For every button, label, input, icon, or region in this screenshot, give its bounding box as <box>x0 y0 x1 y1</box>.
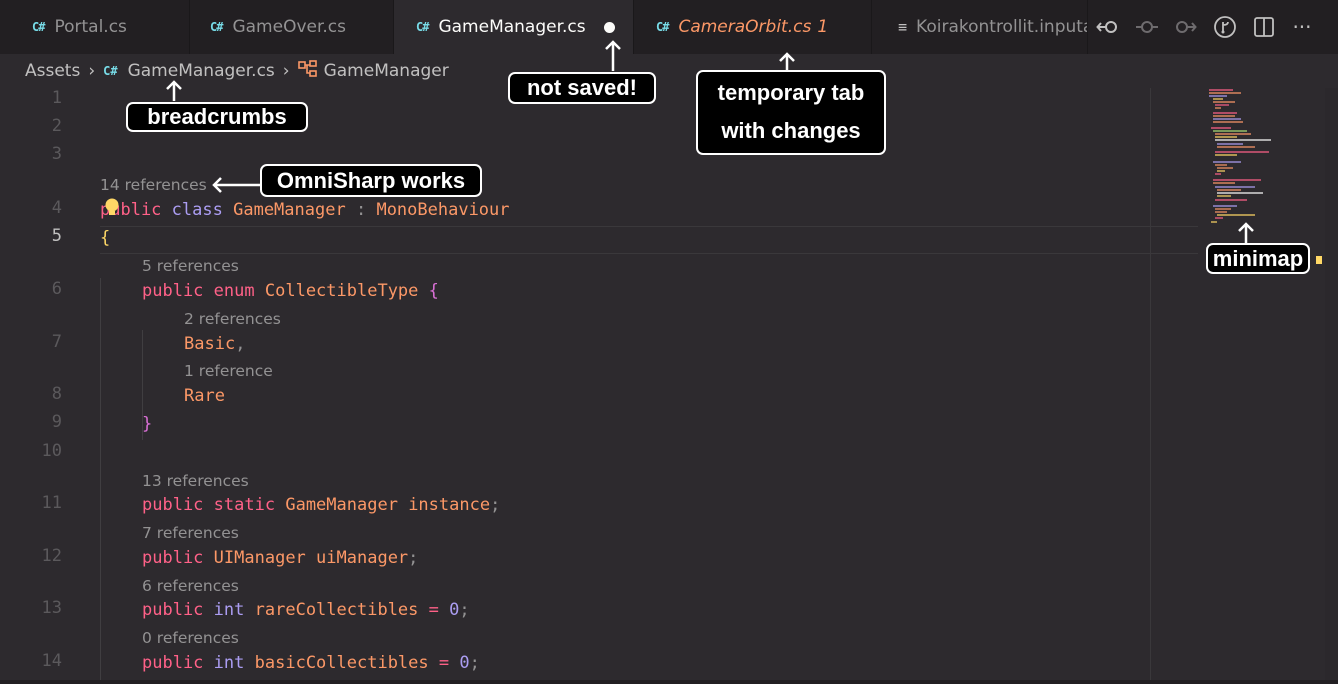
annotation-arrow-left-icon <box>212 177 261 193</box>
line-number: 9 <box>51 412 62 432</box>
code-line-12[interactable]: public UIManager uiManager; <box>142 548 418 568</box>
codelens-references[interactable]: 7 references <box>142 524 239 542</box>
tab-gamemanager[interactable]: C# GameManager.cs <box>394 0 634 54</box>
codelens-references[interactable]: 6 references <box>142 577 239 595</box>
codelens-references[interactable]: 14 references <box>100 176 207 194</box>
tab-portal[interactable]: C# Portal.cs <box>12 0 190 54</box>
git-go-forward-icon[interactable] <box>1172 14 1198 40</box>
annotation-line: temporary tab <box>717 80 865 105</box>
line-number: 13 <box>41 598 62 618</box>
csharp-file-icon: C# <box>210 20 223 34</box>
code-line-7[interactable]: Basic, <box>184 334 245 354</box>
unsaved-changes-dot-icon[interactable] <box>603 21 615 33</box>
tab-problem-count: 1 <box>817 17 829 37</box>
class-symbol-icon <box>297 59 318 83</box>
line-number: 10 <box>41 441 62 461</box>
annotation-minimap: minimap <box>1206 243 1310 274</box>
code-line-5[interactable]: { <box>100 228 110 248</box>
line-number: 3 <box>51 144 62 164</box>
vertical-scrollbar[interactable] <box>1325 88 1338 684</box>
annotation-temporary-tab: temporary tab with changes <box>696 70 886 155</box>
annotation-breadcrumbs: breadcrumbs <box>126 102 308 132</box>
annotation-not-saved: not saved! <box>508 72 656 104</box>
csharp-file-icon: C# <box>416 20 429 34</box>
code-line-9[interactable]: } <box>142 414 152 434</box>
tab-label: Koirakontrollit.inputactions <box>916 17 1087 37</box>
codelens-references[interactable]: 5 references <box>142 257 239 275</box>
line-number: 1 <box>51 88 62 108</box>
annotation-arrow-up-icon <box>779 52 795 71</box>
code-line-6[interactable]: public enum CollectibleType { <box>142 281 439 301</box>
lightbulb-icon[interactable] <box>104 198 120 218</box>
tab-gameover[interactable]: C# GameOver.cs <box>190 0 394 54</box>
code-line-4[interactable]: public class GameManager : MonoBehaviour <box>100 200 510 220</box>
breadcrumb-file[interactable]: GameManager.cs <box>128 61 275 81</box>
current-line-highlight <box>100 226 1198 254</box>
codelens-references[interactable]: 13 references <box>142 472 249 490</box>
editor-actions: ··· <box>1088 0 1338 54</box>
code-line-11[interactable]: public static GameManager instance; <box>142 495 500 515</box>
git-commit-icon[interactable] <box>1134 14 1160 40</box>
minimap-preview <box>1209 89 1271 223</box>
breadcrumb-symbol[interactable]: GameManager <box>324 61 449 81</box>
annotation-arrow-up-icon <box>166 80 182 101</box>
git-graph-icon[interactable] <box>1212 14 1238 40</box>
breadcrumb-folder[interactable]: Assets <box>25 61 80 81</box>
split-editor-icon[interactable] <box>1251 14 1277 40</box>
bottom-border <box>0 680 1338 684</box>
line-number: 4 <box>51 198 62 218</box>
more-actions-icon[interactable]: ··· <box>1289 14 1315 40</box>
tab-cameraorbit[interactable]: C# CameraOrbit.cs 1 <box>634 0 872 54</box>
list-file-icon: ≡ <box>898 18 908 36</box>
code-line-13[interactable]: public int rareCollectibles = 0; <box>142 600 470 620</box>
line-number: 7 <box>51 332 62 352</box>
line-number: 14 <box>41 651 62 671</box>
line-number: 12 <box>41 546 62 566</box>
csharp-file-icon: C# <box>32 20 45 34</box>
annotation-line: with changes <box>721 118 861 143</box>
csharp-file-icon: C# <box>103 64 118 78</box>
tab-label: Portal.cs <box>54 17 127 37</box>
annotation-omnisharp: OmniSharp works <box>260 164 482 197</box>
code-line-14[interactable]: public int basicCollectibles = 0; <box>142 653 480 673</box>
code-editor[interactable]: 1 2 3 4 5 6 7 8 9 10 11 12 13 14 14 refe… <box>0 88 1198 684</box>
line-number: 11 <box>41 493 62 513</box>
codelens-references[interactable]: 0 references <box>142 629 239 647</box>
indent-guide <box>100 278 101 684</box>
line-number: 6 <box>51 279 62 299</box>
code-line-8[interactable]: Rare <box>184 386 225 406</box>
annotation-arrow-up-icon <box>605 40 621 71</box>
line-number: 8 <box>51 384 62 404</box>
chevron-right-icon: › <box>282 61 290 81</box>
tab-label: GameManager.cs <box>438 17 586 37</box>
tab-koirakontrollit[interactable]: ≡ Koirakontrollit.inputactions <box>872 0 1088 54</box>
chevron-right-icon: › <box>88 61 96 81</box>
line-number: 2 <box>51 116 62 136</box>
git-go-back-icon[interactable] <box>1095 14 1121 40</box>
tab-label: CameraOrbit.cs <box>678 17 812 37</box>
scrollbar-cursor-marker <box>1316 256 1322 264</box>
annotation-arrow-up-icon <box>1238 222 1254 243</box>
tab-label: GameOver.cs <box>232 17 346 37</box>
csharp-file-icon: C# <box>656 20 669 34</box>
line-number-current: 5 <box>51 226 62 246</box>
codelens-references[interactable]: 2 references <box>184 310 281 328</box>
codelens-references[interactable]: 1 reference <box>184 362 273 380</box>
minimap[interactable] <box>1150 88 1338 684</box>
